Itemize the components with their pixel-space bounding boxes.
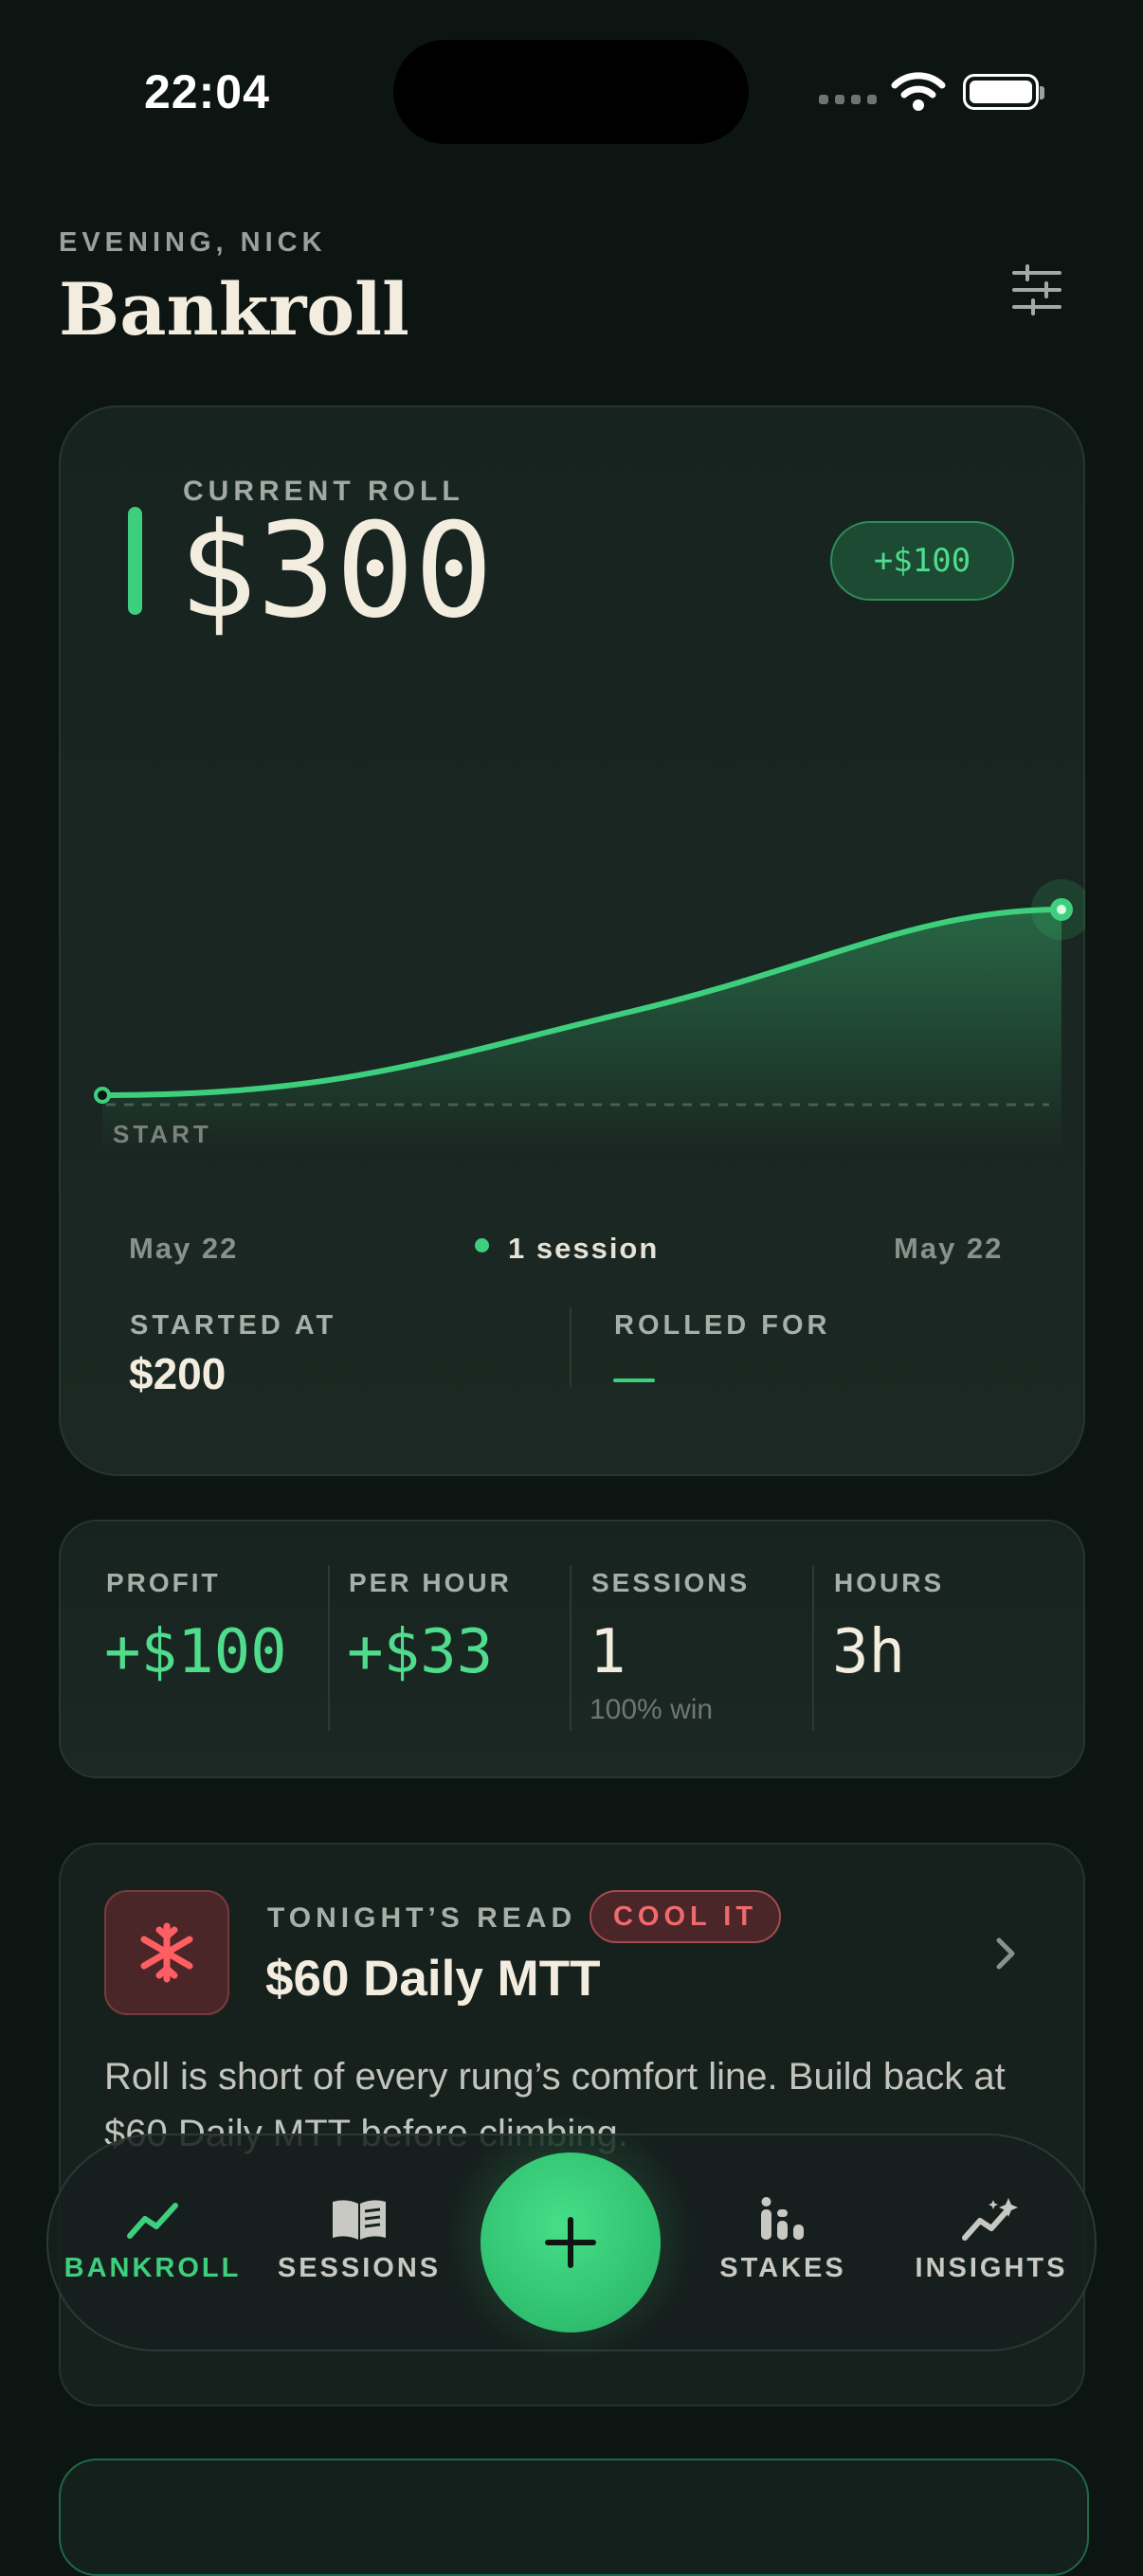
chevron-right-icon[interactable] — [991, 1933, 1022, 1974]
session-dot — [475, 1238, 489, 1252]
plus-icon — [545, 2217, 596, 2268]
read-icon-tile — [104, 1890, 229, 2015]
chart-area-fill — [102, 910, 1061, 1152]
tab-bankroll[interactable]: BANKROLL — [64, 2196, 241, 2284]
chart-date-end: May 22 — [894, 1232, 1004, 1265]
stakes-icon — [761, 2197, 804, 2240]
cellular-signal-icon — [819, 95, 877, 104]
chart-date-start: May 22 — [129, 1232, 239, 1265]
started-at-value: $200 — [129, 1349, 227, 1398]
snowflake-icon — [140, 1922, 193, 1983]
sparkle-chart-icon — [962, 2198, 1018, 2241]
tonights-read-label: TONIGHT’S READ — [267, 1902, 577, 1934]
divider — [328, 1565, 330, 1731]
cool-it-badge: COOL IT — [590, 1890, 781, 1943]
battery-icon — [963, 74, 1044, 110]
stat-profit-label: PROFIT — [106, 1568, 221, 1597]
session-count: 1 session — [508, 1232, 660, 1265]
stat-per-hour-label: PER HOUR — [349, 1568, 512, 1597]
dynamic-island — [393, 40, 749, 144]
stat-sessions-label: SESSIONS — [591, 1568, 751, 1597]
rolled-for-label: ROLLED FOR — [614, 1310, 831, 1341]
divider — [812, 1565, 814, 1731]
book-icon — [333, 2200, 386, 2240]
stat-per-hour-value: +$33 — [347, 1617, 494, 1687]
rolled-for-empty-dash — [613, 1378, 655, 1382]
page-title: Bankroll — [59, 267, 409, 351]
sliders-icon[interactable] — [1010, 263, 1063, 316]
tab-sessions[interactable]: SESSIONS — [271, 2196, 447, 2284]
greeting: EVENING, NICK — [59, 227, 327, 258]
trend-icon — [127, 2203, 178, 2239]
tab-label: STAKES — [719, 2253, 846, 2283]
tab-insights[interactable]: INSIGHTS — [903, 2196, 1080, 2284]
tab-stakes[interactable]: STAKES — [695, 2196, 871, 2284]
recommended-game-title: $60 Daily MTT — [265, 1951, 601, 2007]
chart-end-point-center — [1057, 905, 1066, 914]
tab-label: SESSIONS — [277, 2253, 442, 2283]
stat-hours-value: 3h — [832, 1617, 906, 1687]
stat-sessions-win-rate: 100% win — [590, 1694, 714, 1725]
started-at-label: STARTED AT — [130, 1310, 337, 1341]
stat-profit-value: +$100 — [104, 1617, 287, 1687]
stat-hours-label: HOURS — [834, 1568, 945, 1597]
divider — [570, 1565, 572, 1731]
tab-label: BANKROLL — [64, 2253, 242, 2283]
divider — [570, 1307, 572, 1387]
tab-label: INSIGHTS — [915, 2253, 1068, 2283]
next-card — [59, 2459, 1089, 2576]
chart-start-label: START — [113, 1120, 212, 1148]
chart-start-point — [94, 1087, 111, 1104]
stat-sessions-value: 1 — [590, 1617, 626, 1687]
add-session-button[interactable] — [481, 2153, 661, 2333]
wifi-icon — [891, 72, 946, 111]
status-time: 22:04 — [144, 65, 270, 118]
